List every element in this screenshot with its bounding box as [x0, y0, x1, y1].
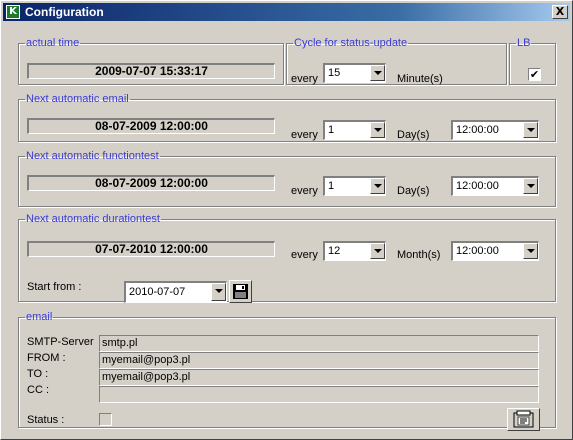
chevron-down-icon[interactable] — [370, 243, 385, 259]
lb-checkbox[interactable]: ✔ — [528, 68, 541, 81]
next-durationtest-interval-select[interactable]: 12 — [323, 241, 386, 261]
config-action-button[interactable] — [507, 408, 540, 431]
configuration-window: K Configuration X actual time 2009-07-07… — [0, 0, 573, 440]
cycle-legend: Cycle for status-update — [294, 37, 408, 49]
actual-time-legend: actual time — [26, 37, 80, 49]
actual-time-display: 2009-07-07 15:33:17 — [27, 63, 275, 79]
cycle-unit-label: Minute(s) — [397, 73, 443, 85]
clipboard-icon — [513, 410, 534, 428]
cc-label: CC : — [27, 384, 49, 396]
chevron-down-icon[interactable] — [523, 178, 538, 194]
next-durationtest-time-value: 12:00:00 — [456, 245, 499, 257]
next-functiontest-datetime: 08-07-2009 12:00:00 — [27, 175, 275, 191]
next-functiontest-legend: Next automatic functiontest — [26, 150, 159, 162]
next-durationtest-legend: Next automatic durationtest — [26, 213, 160, 225]
cycle-group: Cycle for status-update every 15 Minute(… — [286, 38, 507, 85]
cycle-every-label: every — [291, 73, 318, 85]
next-functiontest-time-select[interactable]: 12:00:00 — [451, 176, 539, 196]
lb-legend: LB — [517, 37, 531, 49]
next-email-interval-value: 1 — [328, 124, 335, 136]
start-from-label: Start from : — [27, 281, 82, 293]
next-durationtest-interval-value: 12 — [328, 245, 341, 257]
next-email-unit-label: Day(s) — [397, 129, 430, 141]
cycle-interval-select[interactable]: 15 — [323, 63, 386, 83]
next-email-legend: Next automatic email — [26, 93, 129, 105]
from-field[interactable]: myemail@pop3.pl — [99, 352, 539, 369]
app-icon: K — [6, 5, 20, 19]
chevron-down-icon[interactable] — [370, 65, 385, 81]
cc-field[interactable] — [99, 386, 539, 403]
next-email-interval-select[interactable]: 1 — [323, 120, 386, 140]
status-checkbox[interactable] — [99, 413, 112, 426]
close-button[interactable]: X — [552, 5, 568, 19]
smtp-server-label: SMTP-Server — [27, 336, 94, 348]
next-durationtest-time-select[interactable]: 12:00:00 — [451, 241, 539, 261]
save-button[interactable] — [229, 280, 252, 303]
start-from-date-picker[interactable]: 2010-07-07 — [124, 281, 227, 303]
to-field[interactable]: myemail@pop3.pl — [99, 369, 539, 386]
chevron-down-icon[interactable] — [211, 283, 226, 301]
next-functiontest-every-label: every — [291, 185, 318, 197]
lb-group: LB ✔ — [509, 38, 556, 85]
actual-time-group: actual time 2009-07-07 15:33:17 — [18, 38, 284, 85]
next-email-datetime: 08-07-2009 12:00:00 — [27, 118, 275, 134]
email-legend: email — [26, 311, 53, 323]
floppy-disk-icon — [233, 284, 248, 299]
next-email-group: Next automatic email 08-07-2009 12:00:00… — [18, 94, 556, 142]
email-group: email SMTP-Server smtp.pl FROM : myemail… — [18, 311, 556, 431]
next-functiontest-interval-value: 1 — [328, 180, 335, 192]
title-bar[interactable]: K Configuration X — [3, 3, 570, 21]
chevron-down-icon[interactable] — [370, 122, 385, 138]
status-label: Status : — [27, 414, 65, 426]
chevron-down-icon[interactable] — [523, 243, 538, 259]
next-durationtest-datetime: 07-07-2010 12:00:00 — [27, 241, 275, 257]
next-durationtest-unit-label: Month(s) — [397, 249, 441, 261]
next-email-every-label: every — [291, 129, 318, 141]
from-label: FROM : — [27, 352, 66, 364]
smtp-server-field[interactable]: smtp.pl — [99, 335, 539, 352]
chevron-down-icon[interactable] — [523, 122, 538, 138]
next-email-time-select[interactable]: 12:00:00 — [451, 120, 539, 140]
window-title: Configuration — [25, 5, 104, 19]
chevron-down-icon[interactable] — [370, 178, 385, 194]
next-email-time-value: 12:00:00 — [456, 124, 499, 136]
next-durationtest-every-label: every — [291, 249, 318, 261]
to-label: TO : — [27, 368, 49, 380]
cycle-interval-value: 15 — [328, 67, 341, 79]
next-functiontest-time-value: 12:00:00 — [456, 180, 499, 192]
next-functiontest-group: Next automatic functiontest 08-07-2009 1… — [18, 151, 556, 207]
start-from-date-value: 2010-07-07 — [129, 286, 186, 298]
next-durationtest-group: Next automatic durationtest 07-07-2010 1… — [18, 213, 556, 303]
next-functiontest-unit-label: Day(s) — [397, 185, 430, 197]
next-functiontest-interval-select[interactable]: 1 — [323, 176, 386, 196]
